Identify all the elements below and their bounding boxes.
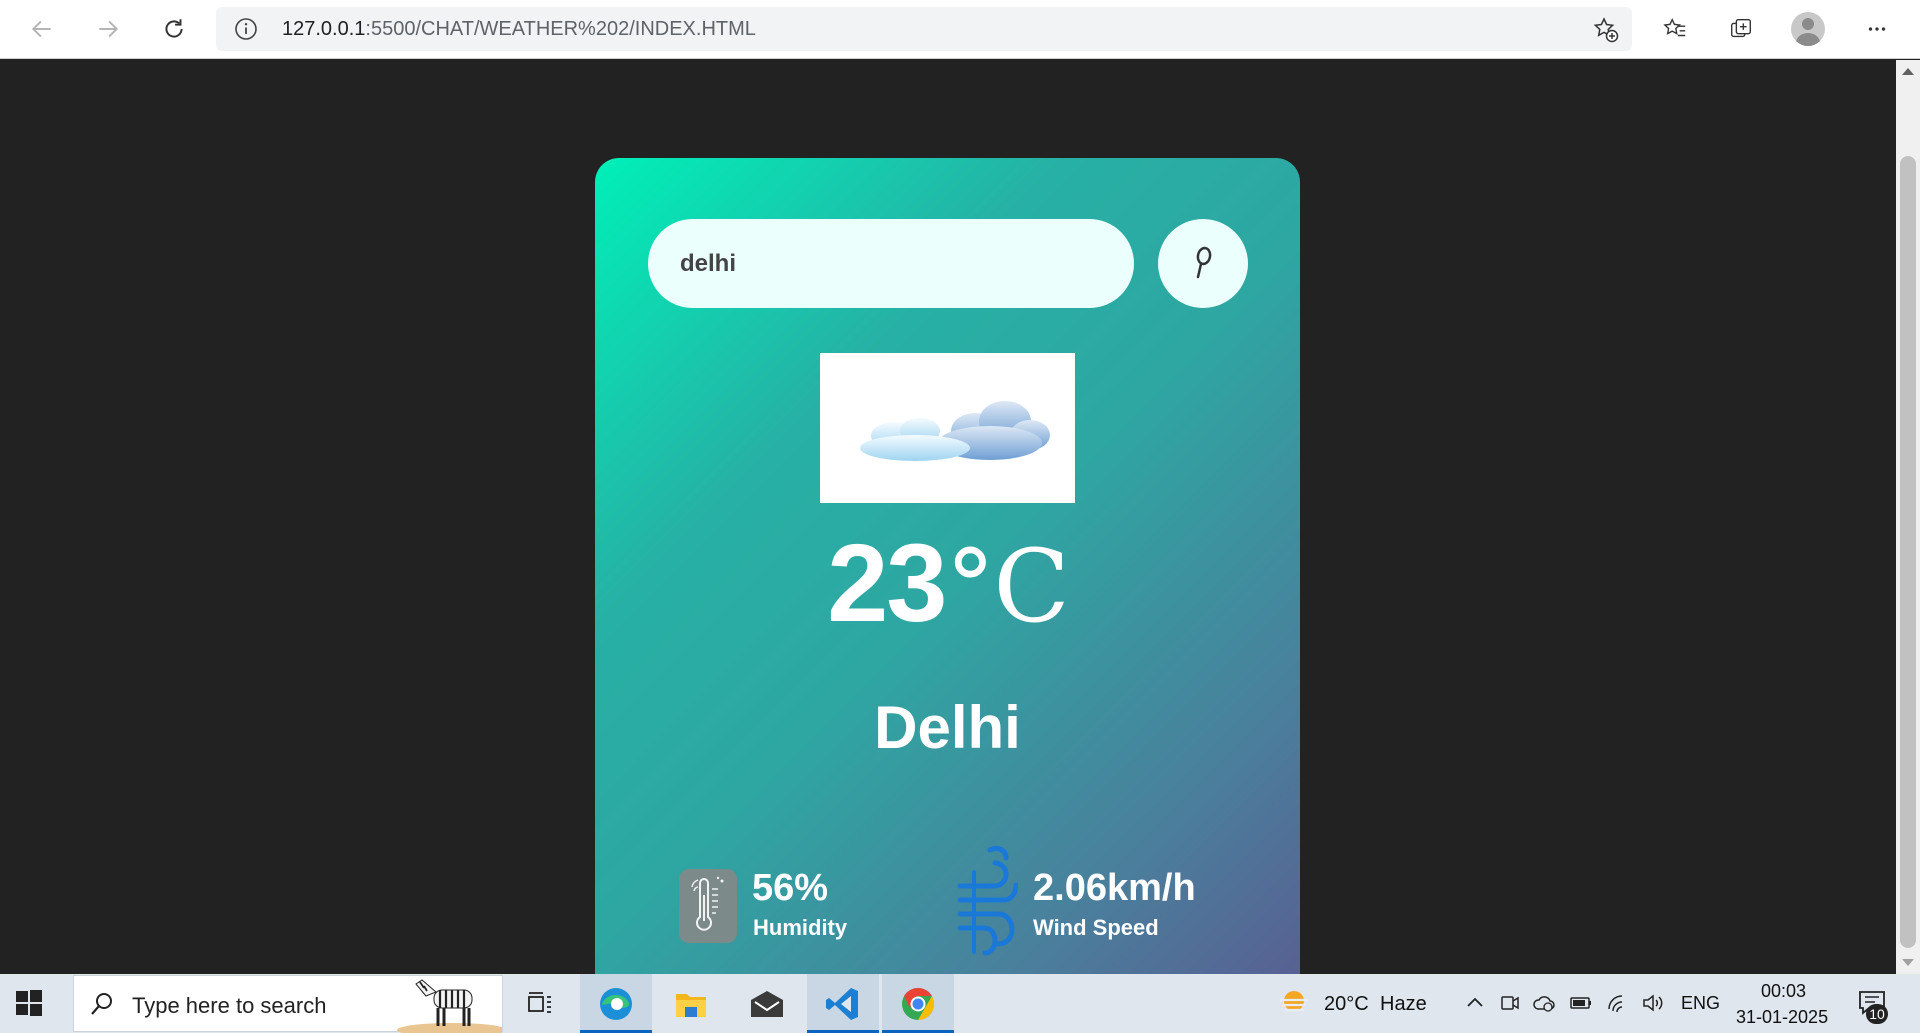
meet-now-icon[interactable] — [1498, 991, 1522, 1015]
more-dots-icon — [1868, 27, 1886, 31]
favorites-button[interactable] — [1655, 9, 1695, 49]
address-bar[interactable]: 127.0.0.1:5500/CHAT/WEATHER%202/INDEX.HT… — [216, 7, 1632, 51]
refresh-button[interactable] — [154, 9, 194, 49]
refresh-icon — [165, 19, 183, 38]
scroll-up-arrow-icon[interactable] — [1902, 68, 1914, 75]
taskbar-mail-app[interactable] — [731, 974, 803, 1033]
profile-avatar[interactable] — [1791, 12, 1825, 46]
task-view-icon — [528, 991, 551, 1013]
task-view-button[interactable] — [504, 974, 576, 1033]
taskbar-weather-temp[interactable]: 20°C — [1324, 993, 1369, 1016]
url-host: 127.0.0.1 — [282, 18, 366, 40]
cloud-icon — [860, 401, 1050, 461]
taskbar-vscode-app[interactable] — [807, 974, 879, 1033]
collections-button[interactable] — [1721, 9, 1761, 49]
temperature-unit: °C — [945, 528, 1070, 645]
temperature-display: 23°C — [595, 520, 1300, 647]
weather-card: 23°C Delhi 56% Humidity 2.06km — [595, 158, 1300, 1033]
battery-icon[interactable] — [1569, 991, 1593, 1015]
city-search-input[interactable] — [680, 219, 1110, 308]
wind-icon — [954, 842, 1019, 970]
forward-arrow-icon — [99, 20, 119, 38]
chrome-icon — [902, 987, 935, 1020]
edge-browser-icon — [600, 987, 632, 1020]
scroll-thumb[interactable] — [1900, 156, 1916, 948]
clock-date[interactable]: 31-01-2025 — [1736, 1007, 1828, 1028]
more-menu-button[interactable] — [1857, 9, 1897, 49]
onedrive-cloud-icon[interactable] — [1532, 991, 1556, 1015]
page-viewport: 23°C Delhi 56% Humidity 2.06km — [0, 60, 1896, 1033]
weather-haze-icon[interactable] — [1278, 987, 1310, 1019]
language-indicator[interactable]: ENG — [1681, 993, 1720, 1014]
taskbar-search-box[interactable]: Type here to search — [73, 975, 503, 1033]
forward-button[interactable] — [88, 9, 128, 49]
show-hidden-icons-chevron-icon[interactable] — [1463, 991, 1487, 1015]
temperature-value: 23 — [827, 522, 947, 645]
taskbar-weather-desc[interactable]: Haze — [1380, 993, 1427, 1016]
taskbar-search-placeholder: Type here to search — [132, 993, 327, 1018]
file-explorer-icon — [676, 993, 706, 1017]
add-favorite-icon[interactable] — [1592, 16, 1620, 44]
volume-icon[interactable] — [1641, 991, 1665, 1015]
search-icon — [91, 993, 112, 1015]
humidity-icon — [679, 869, 737, 943]
site-info-icon[interactable] — [234, 17, 258, 41]
search-icon — [1196, 246, 1212, 278]
city-name: Delhi — [874, 694, 1021, 761]
humidity-label: Humidity — [753, 915, 848, 940]
mail-icon — [751, 990, 783, 1017]
back-arrow-icon — [31, 20, 51, 38]
back-button[interactable] — [22, 9, 62, 49]
taskbar: Type here to search 20°C Haze ENG 00:03 … — [0, 974, 1920, 1033]
zebra-illustration-icon — [397, 979, 502, 1033]
url-text[interactable]: 127.0.0.1:5500/CHAT/WEATHER%202/INDEX.HT… — [282, 18, 756, 41]
weather-condition-image — [820, 353, 1075, 503]
wind-speed-label: Wind Speed — [1033, 915, 1159, 940]
taskbar-edge-app[interactable] — [580, 974, 652, 1033]
search-button[interactable] — [1158, 219, 1248, 308]
vscode-icon — [826, 987, 858, 1020]
browser-toolbar: 127.0.0.1:5500/CHAT/WEATHER%202/INDEX.HT… — [0, 0, 1920, 59]
scroll-down-arrow-icon[interactable] — [1902, 959, 1914, 966]
wind-speed-value: 2.06km/h — [1033, 867, 1196, 909]
windows-start-icon[interactable] — [14, 988, 44, 1018]
page-scrollbar[interactable] — [1896, 60, 1920, 974]
notification-count-badge[interactable]: 10 — [1866, 1004, 1888, 1024]
search-box[interactable] — [648, 219, 1134, 308]
wifi-icon[interactable] — [1606, 991, 1630, 1015]
favorites-icon — [1663, 18, 1686, 37]
collections-icon — [1731, 19, 1751, 38]
humidity-value: 56% — [752, 867, 829, 909]
taskbar-file-explorer[interactable] — [655, 974, 727, 1033]
clock-time[interactable]: 00:03 — [1761, 981, 1806, 1002]
taskbar-chrome-app[interactable] — [882, 974, 954, 1033]
url-path: :5500/CHAT/WEATHER%202/INDEX.HTML — [365, 18, 756, 40]
